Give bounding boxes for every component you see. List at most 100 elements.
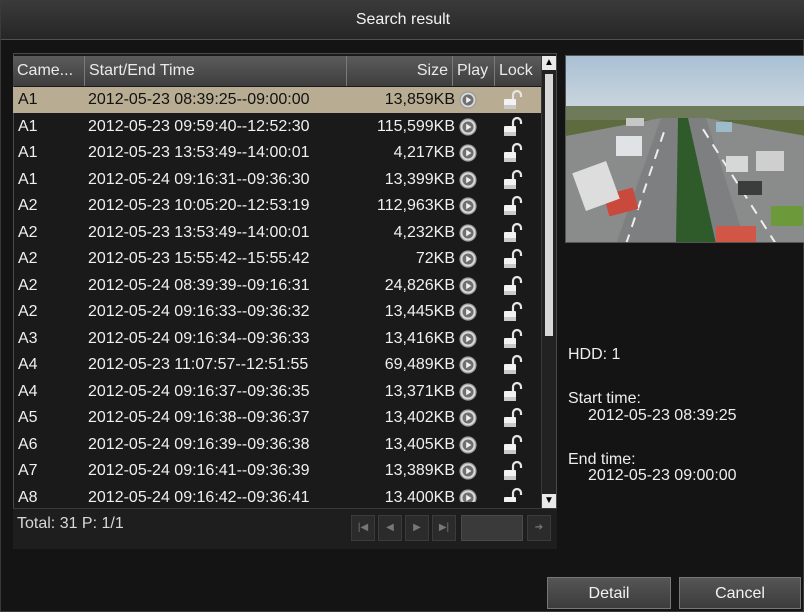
start-time-label: Start time:	[568, 390, 641, 407]
table-row[interactable]: A6 2012-05-24 09:16:39--09:36:38 13,405KB	[13, 432, 541, 458]
camera-cell: A6	[18, 435, 38, 453]
size-cell: 13,445KB	[384, 303, 455, 320]
camera-cell: A1	[18, 91, 38, 108]
play-icon[interactable]	[459, 435, 477, 454]
page-number-input[interactable]	[461, 515, 523, 541]
list-scrollbar[interactable]: ▲ ▼	[541, 56, 556, 508]
camera-cell: A3	[18, 329, 38, 347]
next-page-icon[interactable]: ▶	[405, 515, 429, 541]
scroll-up-button[interactable]: ▲	[542, 56, 556, 70]
column-camera[interactable]: Came...	[13, 56, 85, 86]
unlock-icon[interactable]	[501, 381, 523, 403]
cancel-button[interactable]: Cancel	[679, 577, 801, 609]
table-row[interactable]: A1 2012-05-23 13:53:49--14:00:01 4,217KB	[13, 140, 541, 166]
size-cell: 112,963KB	[377, 197, 455, 214]
table-row[interactable]: A2 2012-05-23 10:05:20--12:53:19 112,963KB	[13, 193, 541, 219]
size-cell: 13,859KB	[384, 91, 455, 108]
size-cell: 13,389KB	[384, 462, 455, 479]
time-range-cell: 2012-05-24 09:16:33--09:36:32	[88, 303, 310, 320]
table-row[interactable]: A4 2012-05-24 09:16:37--09:36:35 13,371KB	[13, 379, 541, 405]
table-row[interactable]: A1 2012-05-23 08:39:25--09:00:00 13,859KB	[13, 87, 541, 113]
table-row[interactable]: A1 2012-05-24 09:16:31--09:36:30 13,399KB	[13, 167, 541, 193]
play-icon[interactable]	[459, 223, 477, 242]
size-cell: 24,826KB	[384, 276, 455, 294]
table-row[interactable]: A8 2012-05-24 09:16:42--09:36:41 13,400KB	[13, 485, 541, 503]
time-range-cell: 2012-05-23 11:07:57--12:51:55	[88, 356, 309, 373]
unlock-icon[interactable]	[501, 222, 523, 244]
unlock-icon[interactable]	[501, 169, 523, 191]
scroll-thumb[interactable]	[545, 74, 553, 336]
table-row[interactable]: A2 2012-05-24 09:16:33--09:36:32 13,445KB	[13, 299, 541, 325]
table-row[interactable]: A2 2012-05-23 15:55:42--15:55:42 72KB	[13, 246, 541, 272]
table-row[interactable]: A1 2012-05-23 09:59:40--12:52:30 115,599KB	[13, 114, 541, 140]
play-icon[interactable]	[459, 409, 477, 427]
play-icon[interactable]	[459, 462, 477, 480]
table-row[interactable]: A4 2012-05-23 11:07:57--12:51:55 69,489KB	[13, 352, 541, 378]
table-row[interactable]: A2 2012-05-23 13:53:49--14:00:01 4,232KB	[13, 220, 541, 246]
camera-cell: A2	[18, 250, 38, 267]
unlock-icon[interactable]	[501, 434, 523, 456]
list-header: Came... Start/End Time Size Play Lock	[13, 56, 541, 86]
play-icon[interactable]	[459, 356, 477, 374]
size-cell: 13,405KB	[384, 435, 455, 453]
go-arrow-icon[interactable]: ➔	[527, 515, 551, 541]
unlock-icon[interactable]	[501, 89, 523, 111]
time-range-cell: 2012-05-24 09:16:31--09:36:30	[88, 170, 310, 188]
table-row[interactable]: A3 2012-05-24 09:16:34--09:36:33 13,416KB	[13, 326, 541, 352]
size-cell: 13,399KB	[384, 170, 455, 188]
size-cell: 115,599KB	[377, 117, 455, 135]
unlock-icon[interactable]	[501, 116, 523, 138]
size-cell: 69,489KB	[384, 356, 455, 373]
scroll-down-button[interactable]: ▼	[542, 494, 556, 508]
play-icon[interactable]	[459, 197, 477, 215]
unlock-icon[interactable]	[501, 275, 523, 297]
table-row[interactable]: A7 2012-05-24 09:16:41--09:36:39 13,389KB	[13, 458, 541, 484]
table-row[interactable]: A5 2012-05-24 09:16:38--09:36:37 13,402KB	[13, 405, 541, 431]
unlock-icon[interactable]	[501, 354, 523, 376]
video-preview	[565, 55, 804, 243]
prev-page-icon[interactable]: ◀	[378, 515, 402, 541]
camera-cell: A2	[18, 197, 38, 214]
play-icon[interactable]	[459, 329, 477, 348]
first-page-icon[interactable]: |◀	[351, 515, 375, 541]
column-start-end-time[interactable]: Start/End Time	[85, 56, 347, 86]
size-cell: 13,416KB	[384, 329, 455, 347]
play-icon[interactable]	[459, 170, 477, 189]
total-count-label: Total: 31 P: 1/1	[17, 515, 124, 532]
unlock-icon[interactable]	[501, 142, 523, 164]
camera-cell: A8	[18, 488, 38, 503]
column-lock[interactable]: Lock	[495, 56, 541, 86]
dialog-title: Search result	[1, 1, 804, 40]
unlock-icon[interactable]	[501, 407, 523, 429]
size-cell: 13,402KB	[384, 409, 455, 426]
result-rows: A1 2012-05-23 08:39:25--09:00:00 13,859KB A…	[13, 87, 541, 502]
last-page-icon[interactable]: ▶|	[432, 515, 456, 541]
camera-cell: A2	[18, 223, 38, 241]
play-icon[interactable]	[459, 250, 477, 268]
size-cell: 13,400KB	[384, 488, 455, 503]
table-row[interactable]: A2 2012-05-24 08:39:39--09:16:31 24,826KB	[13, 273, 541, 299]
unlock-icon[interactable]	[501, 487, 523, 503]
end-time-value: 2012-05-23 09:00:00	[588, 467, 737, 484]
time-range-cell: 2012-05-23 10:05:20--12:53:19	[88, 197, 310, 214]
camera-cell: A4	[18, 382, 38, 400]
unlock-icon[interactable]	[501, 328, 523, 350]
play-icon[interactable]	[459, 382, 477, 401]
unlock-icon[interactable]	[501, 460, 523, 482]
play-icon[interactable]	[459, 488, 477, 503]
unlock-icon[interactable]	[501, 195, 523, 217]
detail-button[interactable]: Detail	[547, 577, 671, 609]
play-icon[interactable]	[459, 117, 477, 136]
play-icon[interactable]	[459, 91, 477, 109]
column-play[interactable]: Play	[453, 56, 495, 86]
column-size[interactable]: Size	[347, 56, 453, 86]
start-time-value: 2012-05-23 08:39:25	[588, 407, 737, 424]
play-icon[interactable]	[459, 144, 477, 162]
time-range-cell: 2012-05-24 08:39:39--09:16:31	[88, 276, 310, 294]
hdd-label: HDD: 1	[568, 346, 621, 363]
unlock-icon[interactable]	[501, 301, 523, 323]
play-icon[interactable]	[459, 303, 477, 321]
play-icon[interactable]	[459, 276, 477, 295]
unlock-icon[interactable]	[501, 248, 523, 270]
time-range-cell: 2012-05-24 09:16:42--09:36:41	[88, 488, 310, 503]
